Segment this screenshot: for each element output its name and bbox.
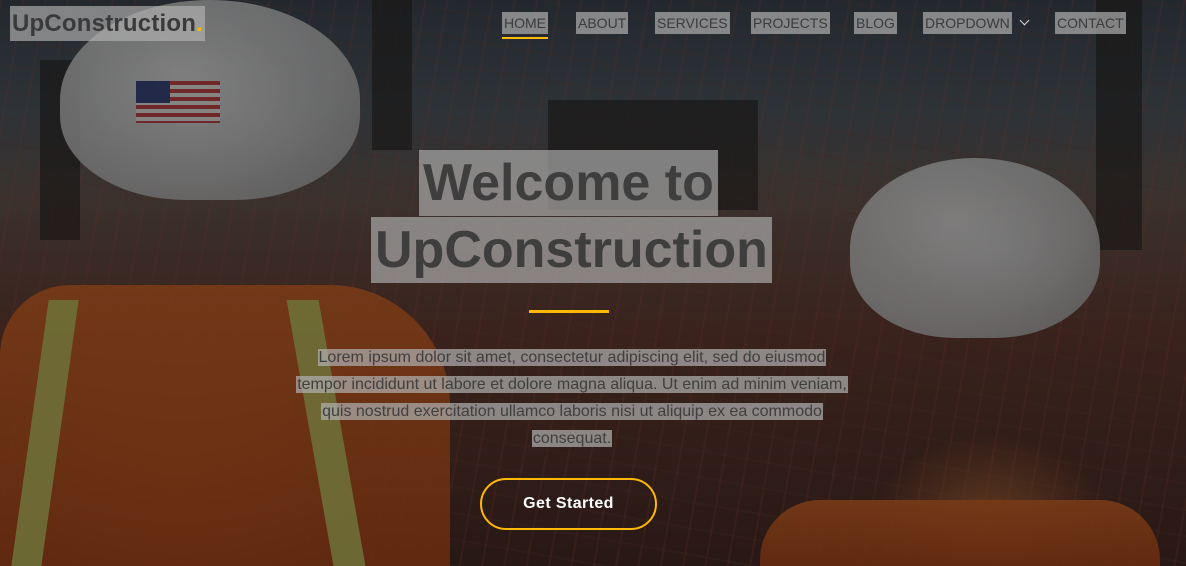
nav-item-projects[interactable]: PROJECTS [751,12,830,34]
main-navigation: HOME ABOUT SERVICES PROJECTS BLOG DROPDO… [0,12,1186,39]
nav-item-home[interactable]: HOME [502,12,548,39]
hero-title-line-2: UpConstruction [371,217,772,283]
site-header: UpConstruction. HOME ABOUT SERVICES PROJ… [0,0,1186,46]
nav-item-dropdown-label: DROPDOWN [925,15,1010,31]
nav-item-about[interactable]: ABOUT [576,12,629,34]
chevron-down-icon[interactable] [1019,15,1030,26]
title-divider [529,310,609,313]
hero-description-text: Lorem ipsum dolor sit amet, consectetur … [296,349,848,447]
nav-item-contact[interactable]: CONTACT [1055,12,1126,34]
hero-title-line-1: Welcome to [419,150,718,216]
get-started-button[interactable]: Get Started [480,478,657,530]
nav-item-dropdown[interactable]: DROPDOWN [923,12,1012,34]
nav-item-blog[interactable]: BLOG [854,12,897,34]
hero-description: Lorem ipsum dolor sit amet, consectetur … [296,344,848,452]
nav-item-services[interactable]: SERVICES [655,12,730,34]
